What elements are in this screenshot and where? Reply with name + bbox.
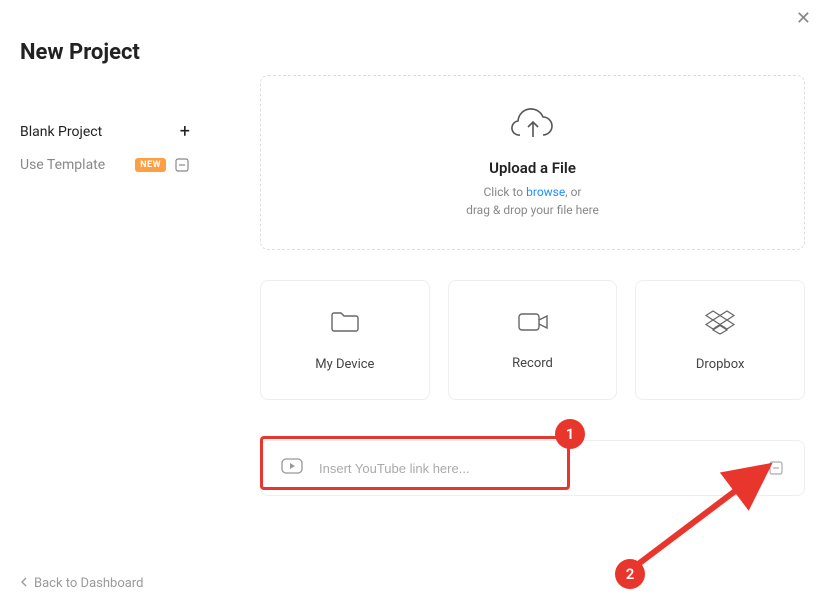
option-label: Dropbox xyxy=(696,357,745,372)
sidebar-item-label: Use Template xyxy=(20,157,105,173)
cloud-upload-icon xyxy=(511,107,555,147)
template-icon xyxy=(174,157,190,173)
youtube-link-input[interactable] xyxy=(319,461,752,476)
option-dropbox[interactable]: Dropbox xyxy=(635,280,805,400)
youtube-icon xyxy=(281,458,303,478)
sidebar-item-blank-project[interactable]: Blank Project + xyxy=(20,115,190,149)
new-badge: NEW xyxy=(135,158,166,172)
annotation-marker-2: 2 xyxy=(615,559,645,589)
option-record[interactable]: Record xyxy=(448,280,618,400)
page-title: New Project xyxy=(20,40,190,65)
chevron-left-icon xyxy=(20,576,28,591)
upload-dropzone[interactable]: Upload a File Click to browse, or drag &… xyxy=(260,75,805,250)
dropbox-icon xyxy=(704,309,736,339)
browse-link[interactable]: browse xyxy=(526,185,565,199)
option-label: Record xyxy=(512,356,553,371)
option-label: My Device xyxy=(315,357,374,372)
main-content: Upload a File Click to browse, or drag &… xyxy=(260,75,805,496)
sidebar-item-label: Blank Project xyxy=(20,124,102,140)
close-icon[interactable]: ✕ xyxy=(796,10,811,28)
back-to-dashboard-link[interactable]: Back to Dashboard xyxy=(20,576,143,591)
sidebar: New Project Blank Project + Use Template… xyxy=(0,0,210,611)
submit-icon[interactable] xyxy=(768,460,784,476)
source-options: My Device Record Dropbox xyxy=(260,280,805,400)
back-label: Back to Dashboard xyxy=(34,576,143,591)
upload-title: Upload a File xyxy=(489,159,576,177)
option-my-device[interactable]: My Device xyxy=(260,280,430,400)
youtube-link-row xyxy=(260,440,805,496)
sidebar-item-use-template[interactable]: Use Template NEW xyxy=(20,149,190,181)
plus-icon: + xyxy=(180,123,190,141)
video-camera-icon xyxy=(516,310,550,338)
upload-subtitle: Click to browse, or drag & drop your fil… xyxy=(466,183,599,219)
folder-icon xyxy=(329,309,361,339)
